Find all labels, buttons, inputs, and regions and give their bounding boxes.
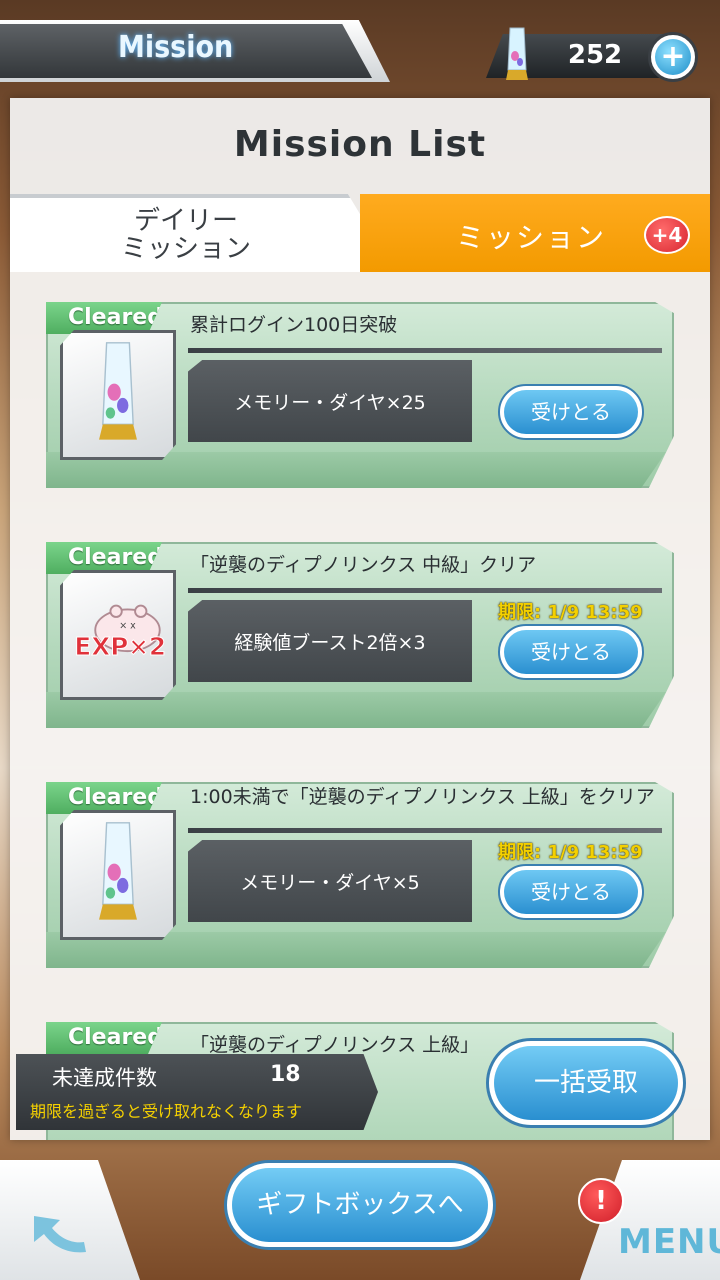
tab-badge: +4 [644,216,690,254]
reward-label: メモリー・ダイヤ×25 [234,391,426,414]
title-rule [188,828,662,833]
deadline-note: 期限を過ぎると受け取れなくなります [30,1102,303,1121]
claim-button-label: 受けとる [504,870,638,914]
exp-boost-cat-icon: × x EXP×2 [74,604,167,661]
bulk-claim-button[interactable]: 一括受取 [486,1038,686,1128]
claim-button[interactable]: 受けとる [498,864,644,920]
add-currency-button[interactable]: + [648,32,698,82]
title-rule [188,348,662,353]
deadline-label: 期限: 1/9 13:59 [498,842,643,863]
unachieved-label: 未達成件数 [52,1066,157,1090]
deadline-label: 期限: 1/9 13:59 [498,602,643,623]
reward-icon-frame [60,330,176,460]
memory-diamond-icon [506,27,528,80]
alert-icon: ! [578,1178,624,1224]
memory-diamond-icon [99,822,137,920]
title-rule [188,588,662,593]
header-bar: Mission 252 + [0,0,720,100]
mission-list[interactable]: Cleared 累計ログイン100日突破 メモリー・ダイヤ×25 受けとる Cl… [10,272,710,1140]
reward-plate: 経験値ブースト2倍×3 [188,600,472,682]
svg-text:× x: × x [119,620,136,631]
reward-icon-frame [60,810,176,940]
page-title: Mission [118,30,234,65]
panel-title: Mission List [233,124,487,165]
back-arrow-icon[interactable] [26,1208,92,1264]
reward-plate: メモリー・ダイヤ×5 [188,840,472,922]
claim-button-label: 受けとる [504,390,638,434]
reward-plate: メモリー・ダイヤ×25 [188,360,472,442]
mission-title: 累計ログイン100日突破 [190,314,398,336]
gift-box-label: ギフトボックスへ [232,1168,488,1242]
gift-box-button[interactable]: ギフトボックスへ [224,1160,496,1250]
cleared-tag: Cleared [46,302,162,334]
tab-daily-mission[interactable]: デイリー ミッション [10,194,362,272]
mission-panel: Mission List デイリー ミッション ミッション +4 Cleared [10,98,710,1140]
tab-daily-label: デイリー ミッション [120,206,251,264]
reward-label: 経験値ブースト2倍×3 [234,631,426,654]
plus-icon: + [655,39,691,75]
tab-mission[interactable]: ミッション +4 [360,194,710,272]
cleared-tag: Cleared [46,1022,162,1054]
mission-card: Cleared × x EXP×2 「逆襲のディプノリンクス 中級」クリア 経験… [46,542,674,728]
tab-mission-label: ミッション [456,221,607,254]
cleared-tag: Cleared [46,782,162,814]
claim-button-label: 受けとる [504,630,638,674]
mission-card: Cleared 1:00未満で「逆襲のディプノリンクス 上級」をクリア メモリー… [46,782,674,968]
mission-title: 1:00未満で「逆襲のディプノリンクス 上級」をクリア [190,786,655,808]
exp-boost-text: EXP×2 [74,632,166,661]
currency-value: 252 [567,40,623,70]
mission-card: Cleared 累計ログイン100日突破 メモリー・ダイヤ×25 受けとる [46,302,674,488]
cleared-tag: Cleared [46,542,162,574]
memory-diamond-icon [99,342,137,440]
mission-title: 「逆襲のディプノリンクス 中級」クリア [190,554,537,576]
mission-tabs: デイリー ミッション ミッション +4 [10,194,710,272]
claim-button[interactable]: 受けとる [498,384,644,440]
menu-button[interactable]: MENU [618,1222,720,1262]
reward-icon-frame: × x EXP×2 [60,570,176,700]
reward-label: メモリー・ダイヤ×5 [240,871,420,894]
unachieved-count: 18 [270,1062,301,1087]
claim-button[interactable]: 受けとる [498,624,644,680]
bulk-claim-label: 一括受取 [494,1046,678,1120]
